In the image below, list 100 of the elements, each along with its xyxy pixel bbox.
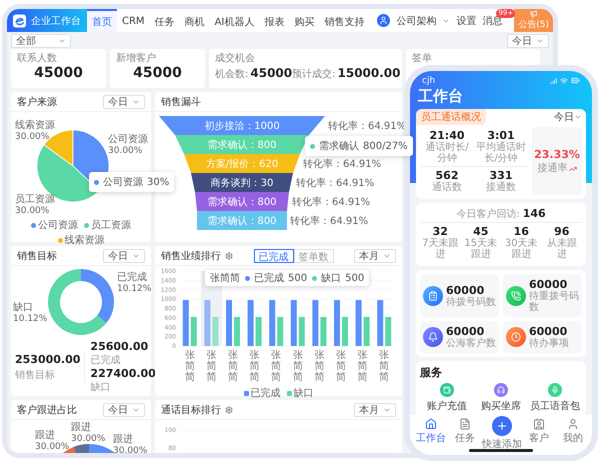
phone-icon bbox=[506, 286, 526, 306]
breakdown-label: 缺口 bbox=[90, 380, 112, 394]
period-select[interactable]: 本月 bbox=[354, 248, 396, 262]
slice-percent: 30.00% bbox=[35, 442, 70, 452]
breakdown-value: 227400.00 bbox=[90, 367, 156, 380]
period-select[interactable]: 今日 bbox=[507, 34, 549, 48]
chevron-down-icon bbox=[574, 113, 582, 121]
bar bbox=[312, 300, 318, 346]
bar bbox=[342, 316, 348, 346]
signal-icon bbox=[549, 76, 557, 84]
settings-link[interactable]: 设置 bbox=[456, 14, 476, 28]
period-select[interactable]: 今日 bbox=[103, 248, 145, 262]
nav-tab[interactable]: AI机器人 bbox=[210, 9, 260, 32]
panel-title: 通话目标排行 bbox=[161, 404, 221, 416]
segment-percent: 10.12% bbox=[13, 314, 48, 324]
axis-label: 张简简 bbox=[314, 350, 324, 385]
slice-label: 跟进 bbox=[113, 434, 133, 445]
tooltip-value: 500 bbox=[288, 272, 308, 284]
panel-title: 销售目标 bbox=[17, 250, 57, 262]
legend-item: 缺口 bbox=[286, 386, 314, 400]
legend-item: 线索资源 bbox=[58, 233, 104, 247]
rate-label: 接通率 bbox=[538, 163, 568, 174]
stat-value: 15000.00 bbox=[338, 66, 401, 80]
service-item[interactable]: 账户充值 bbox=[420, 383, 474, 413]
period-select[interactable]: 今日 bbox=[554, 110, 586, 124]
bar bbox=[204, 300, 210, 346]
metric-label: 接通数 bbox=[486, 182, 516, 193]
conversion-rate: 转化率：64.91% bbox=[303, 158, 382, 170]
tile-label: 待拨号码数 bbox=[446, 296, 496, 308]
battery-icon bbox=[571, 76, 580, 85]
tab-bar-item[interactable]: 工作台 bbox=[414, 415, 448, 445]
nav-tab[interactable]: 商机 bbox=[180, 9, 210, 32]
microphone-icon bbox=[548, 383, 562, 397]
slice-percent: 30.00% bbox=[15, 206, 50, 216]
trend-up-icon bbox=[568, 164, 576, 172]
stat-value: 45000 bbox=[250, 66, 292, 80]
segment-toggle[interactable]: 已完成 bbox=[254, 248, 294, 262]
stat-value: 45000 bbox=[133, 65, 182, 81]
section-title: 服务 bbox=[420, 365, 443, 380]
org-selector[interactable]: 公司架构 bbox=[396, 14, 436, 28]
metric-value: 562 bbox=[436, 169, 458, 182]
target-value: 253000.00 bbox=[15, 352, 80, 366]
nav-tab[interactable]: 销售支持 bbox=[319, 9, 370, 32]
stat-tile[interactable]: 60000 待拨号码数 bbox=[420, 274, 499, 317]
axis-label: 张简简 bbox=[271, 350, 282, 385]
settings-icon[interactable] bbox=[225, 252, 233, 260]
axis-label: 张简简 bbox=[379, 350, 390, 385]
tab-bar-item[interactable]: 客户 bbox=[522, 415, 556, 445]
tooltip-label: 公司资源 bbox=[103, 176, 143, 189]
scope-select[interactable]: 全部 bbox=[11, 34, 71, 48]
axis-label: 张简简 bbox=[206, 350, 216, 385]
bell-icon bbox=[423, 327, 443, 347]
period-select[interactable]: 今日 bbox=[103, 402, 145, 416]
legend-item: 已完成 bbox=[244, 386, 280, 400]
metric-value: 45 bbox=[473, 225, 488, 238]
period-select[interactable]: 本月 bbox=[354, 402, 396, 416]
panel-title: 客户来源 bbox=[17, 96, 57, 108]
stat-label: 预计成交: bbox=[292, 68, 336, 81]
funnel-stage: 方案/报价：620 bbox=[184, 154, 300, 173]
funnel-stage: 需求确认：800 bbox=[195, 192, 289, 211]
stat-tile[interactable]: 60000 待办事项 bbox=[503, 321, 582, 353]
tile-value: 60000 bbox=[529, 325, 568, 338]
bar bbox=[226, 300, 232, 346]
bar bbox=[256, 316, 262, 346]
nav-tab[interactable]: CRM bbox=[117, 9, 150, 32]
tooltip-value: 500 bbox=[345, 272, 364, 284]
nav-tab[interactable]: 首页 bbox=[87, 9, 117, 32]
tab-bar-item[interactable]: 任务 bbox=[448, 415, 482, 445]
tile-value: 60000 bbox=[446, 284, 486, 296]
megaphone-icon bbox=[529, 10, 538, 18]
metric-label: 通话数 bbox=[432, 182, 462, 193]
settings-icon[interactable] bbox=[225, 406, 233, 414]
stat-tile[interactable]: 60000 待重拨号码数 bbox=[503, 274, 582, 317]
conversion-rate: 转化率：64.91% bbox=[292, 196, 370, 208]
tab-bar-item[interactable]: 我的 bbox=[556, 415, 590, 445]
service-item[interactable]: 员工语音包 bbox=[528, 383, 582, 413]
stat-value: 45000 bbox=[34, 65, 83, 81]
bar bbox=[364, 316, 370, 346]
metric-value: 32 bbox=[432, 225, 448, 238]
funnel-stage: 商务谈判：30 bbox=[191, 173, 293, 192]
metric-label: 平均通话时长/分钟 bbox=[475, 142, 527, 164]
bar bbox=[298, 316, 305, 346]
metric-value: 16 bbox=[514, 225, 529, 238]
screen-title: 工作台 bbox=[417, 86, 464, 107]
slice-label: 公司资源 bbox=[108, 134, 148, 145]
stat-tile[interactable]: 60000 公海客户数 bbox=[420, 321, 499, 353]
nav-tab[interactable]: 购买 bbox=[289, 9, 320, 32]
clipboard-icon bbox=[423, 286, 443, 306]
breakdown-label: 已完成 bbox=[90, 354, 122, 367]
nav-tab[interactable]: 任务 bbox=[150, 9, 180, 32]
home-icon bbox=[425, 418, 437, 430]
logo-icon bbox=[13, 14, 26, 28]
axis-label: 张简简 bbox=[250, 350, 260, 385]
avatar-icon bbox=[377, 14, 390, 27]
bar bbox=[182, 300, 189, 346]
nav-tab[interactable]: 报表 bbox=[259, 9, 290, 32]
metric-label: 30天未跟进 bbox=[504, 238, 539, 260]
service-item[interactable]: 购买坐席 bbox=[474, 383, 528, 413]
legend-item: 员工资源 bbox=[84, 218, 131, 232]
period-select[interactable]: 今日 bbox=[103, 94, 145, 108]
